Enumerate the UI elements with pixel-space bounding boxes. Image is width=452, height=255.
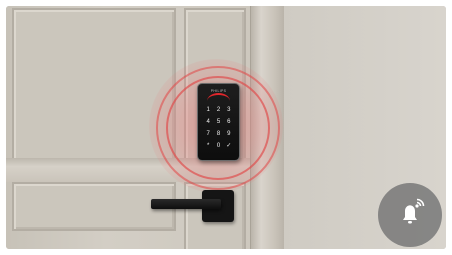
keypad-keys: 1 2 3 4 5 6 7 8 9 * 0 ✓	[203, 106, 234, 151]
status-arc-light	[207, 93, 230, 101]
keypad-key[interactable]: 7	[203, 130, 213, 139]
keypad-key[interactable]: ✓	[224, 142, 234, 151]
bell-wifi-icon	[393, 196, 427, 235]
keypad-key[interactable]: 9	[224, 130, 234, 139]
scene: PHILIPS 1 2 3 4 5 6 7 8 9 * 0 ✓	[6, 6, 446, 249]
keypad-key[interactable]: 4	[203, 118, 213, 127]
keypad-key[interactable]: 3	[224, 106, 234, 115]
smart-lock-keypad[interactable]: PHILIPS 1 2 3 4 5 6 7 8 9 * 0 ✓	[197, 83, 240, 161]
keypad-key[interactable]: 2	[213, 106, 223, 115]
door-handle-lever[interactable]	[151, 199, 221, 209]
keypad-key[interactable]: 5	[213, 118, 223, 127]
keypad-key[interactable]: 8	[213, 130, 223, 139]
doorbell-button[interactable]	[378, 183, 442, 247]
keypad-key[interactable]: 6	[224, 118, 234, 127]
keypad-key[interactable]: 0	[213, 142, 223, 151]
keypad-key[interactable]: 1	[203, 106, 213, 115]
keypad-key[interactable]: *	[203, 142, 213, 151]
